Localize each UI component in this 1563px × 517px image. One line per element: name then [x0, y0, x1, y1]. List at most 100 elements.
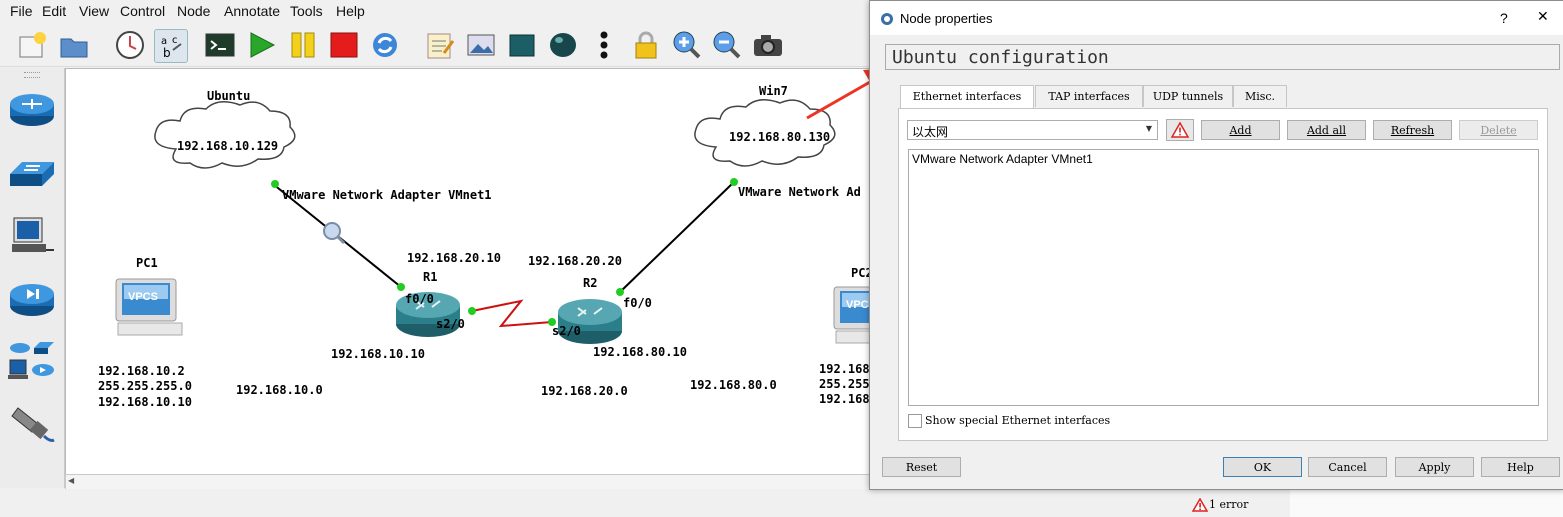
error-count-label[interactable]: 1 error	[1209, 498, 1248, 511]
zoom-in-icon[interactable]	[671, 29, 703, 61]
r1-fast-ip-label: 192.168.10.10	[331, 347, 425, 361]
zoom-out-icon[interactable]	[711, 29, 743, 61]
scroll-left-arrow-icon[interactable]: ◀	[68, 476, 74, 485]
all-devices-icon[interactable]	[8, 338, 56, 384]
show-special-checkbox[interactable]	[908, 414, 922, 428]
add-note-icon[interactable]	[424, 29, 456, 61]
panel-grip[interactable]	[24, 72, 40, 78]
start-all-icon[interactable]	[246, 29, 278, 61]
close-icon[interactable]: ✕	[1537, 9, 1549, 25]
toolbar: acb	[0, 24, 870, 67]
win7-node-label: Win7	[759, 84, 788, 98]
ubuntu-adapter-label: VMware Network Adapter VMnet1	[282, 188, 492, 202]
console-all-icon[interactable]	[204, 29, 236, 61]
add-link-icon[interactable]	[8, 400, 56, 446]
menu-node[interactable]: Node	[177, 3, 210, 19]
menu-tools[interactable]: Tools	[290, 3, 323, 19]
chevron-down-icon: ▼	[1145, 124, 1152, 133]
tab-ethernet-interfaces[interactable]: Ethernet interfaces	[900, 85, 1034, 109]
status-bar: 1 error	[0, 489, 1290, 517]
configuration-group-title: Ubuntu configuration	[892, 47, 1109, 68]
r1-f00-label: f0/0	[405, 292, 434, 306]
menu-annotate[interactable]: Annotate	[224, 3, 280, 19]
node-properties-dialog: Node properties ? ✕ Ubuntu configuration…	[869, 0, 1563, 490]
svg-text:c: c	[172, 35, 178, 46]
device-panel	[0, 68, 65, 488]
reset-button[interactable]: Reset	[882, 457, 961, 477]
add-button[interactable]: Add	[1201, 120, 1280, 140]
pc1-mask-label: 255.255.255.0	[98, 379, 192, 393]
refresh-button-label: Refresh	[1390, 124, 1435, 137]
interface-list-item[interactable]: VMware Network Adapter VMnet1	[912, 152, 1093, 166]
tab-udp-tunnels[interactable]: UDP tunnels	[1143, 85, 1233, 107]
switch-icon[interactable]	[8, 152, 56, 198]
r2-serial-ip-label: 192.168.20.20	[528, 254, 622, 268]
topology-canvas[interactable]: Ubuntu 192.168.10.129 VMware Network Ada…	[65, 68, 877, 476]
network-80-label: 192.168.80.0	[690, 378, 777, 392]
win7-ip-label: 192.168.80.130	[729, 130, 831, 144]
dialog-title: Node properties	[900, 11, 993, 26]
menu-help[interactable]: Help	[336, 3, 365, 19]
reload-all-icon[interactable]	[369, 29, 401, 61]
refresh-button[interactable]: Refresh	[1373, 120, 1452, 140]
show-interface-labels-icon[interactable]: acb	[154, 29, 188, 63]
apply-button[interactable]: Apply	[1395, 457, 1474, 477]
link-endpoint-dot	[271, 180, 279, 188]
link-endpoint-dot	[616, 288, 624, 296]
error-warning-icon[interactable]	[1191, 497, 1209, 512]
add-all-button[interactable]: Add all	[1287, 120, 1366, 140]
horizontal-scrollbar[interactable]: ◀	[65, 474, 877, 490]
cancel-button[interactable]: Cancel	[1308, 457, 1387, 477]
show-special-label[interactable]: Show special Ethernet interfaces	[925, 414, 1110, 427]
adapter-select[interactable]: 以太网 ▼	[907, 120, 1158, 140]
help-button[interactable]: Help	[1481, 457, 1560, 477]
menu-file[interactable]: File	[10, 3, 33, 19]
delete-button[interactable]: Delete	[1459, 120, 1538, 140]
r1-s20-label: s2/0	[436, 317, 465, 331]
router-icon[interactable]	[8, 86, 56, 132]
security-device-icon[interactable]	[8, 276, 56, 322]
network-10-label: 192.168.10.0	[236, 383, 323, 397]
draw-ellipse-icon[interactable]	[547, 29, 579, 61]
svg-text:b: b	[163, 46, 171, 60]
tab-misc[interactable]: Misc.	[1233, 85, 1287, 107]
lock-icon[interactable]	[630, 29, 662, 61]
warning-icon	[1170, 121, 1190, 138]
r1-node-label: R1	[423, 270, 438, 284]
menu-view[interactable]: View	[79, 3, 109, 19]
more-icon[interactable]	[590, 29, 622, 61]
draw-rectangle-icon[interactable]	[506, 29, 538, 61]
ubuntu-cloud-icon	[154, 101, 296, 169]
open-project-icon[interactable]	[58, 29, 90, 61]
packet-capture-icon	[323, 222, 346, 245]
r2-fast-ip-label: 192.168.80.10	[593, 345, 687, 359]
stop-all-icon[interactable]	[328, 29, 360, 61]
pc1-ip-label: 192.168.10.2	[98, 364, 185, 378]
menu-edit[interactable]: Edit	[42, 3, 66, 19]
screenshot-icon[interactable]	[752, 29, 784, 61]
adapter-select-value: 以太网	[912, 125, 949, 139]
end-device-icon[interactable]	[8, 214, 56, 260]
ubuntu-node-label: Ubuntu	[207, 89, 251, 103]
link-r1-r2-serial	[471, 299, 553, 328]
dialog-titlebar: Node properties ? ✕	[870, 1, 1563, 35]
pc2-mask-label: 255.255	[819, 377, 870, 391]
help-icon[interactable]: ?	[1500, 10, 1508, 26]
pc1-vpcs-icon	[115, 278, 183, 336]
new-project-icon[interactable]	[16, 29, 48, 61]
r2-f00-label: f0/0	[623, 296, 652, 310]
pc1-gateway-label: 192.168.10.10	[98, 395, 192, 409]
add-button-label: Add	[1229, 124, 1252, 137]
tab-tap-interfaces[interactable]: TAP interfaces	[1035, 85, 1143, 107]
win7-adapter-label: VMware Network Ad	[738, 185, 861, 199]
warning-button[interactable]	[1166, 119, 1194, 141]
pc1-vpcs-text: VPCS	[128, 291, 158, 303]
insert-picture-icon[interactable]	[465, 29, 497, 61]
snapshot-icon[interactable]	[114, 29, 146, 61]
menu-control[interactable]: Control	[120, 3, 165, 19]
interface-list[interactable]: VMware Network Adapter VMnet1	[908, 149, 1539, 406]
suspend-all-icon[interactable]	[287, 29, 319, 61]
add-all-button-label: Add all	[1306, 124, 1347, 137]
ok-button[interactable]: OK	[1223, 457, 1302, 477]
link-endpoint-dot	[397, 283, 405, 291]
